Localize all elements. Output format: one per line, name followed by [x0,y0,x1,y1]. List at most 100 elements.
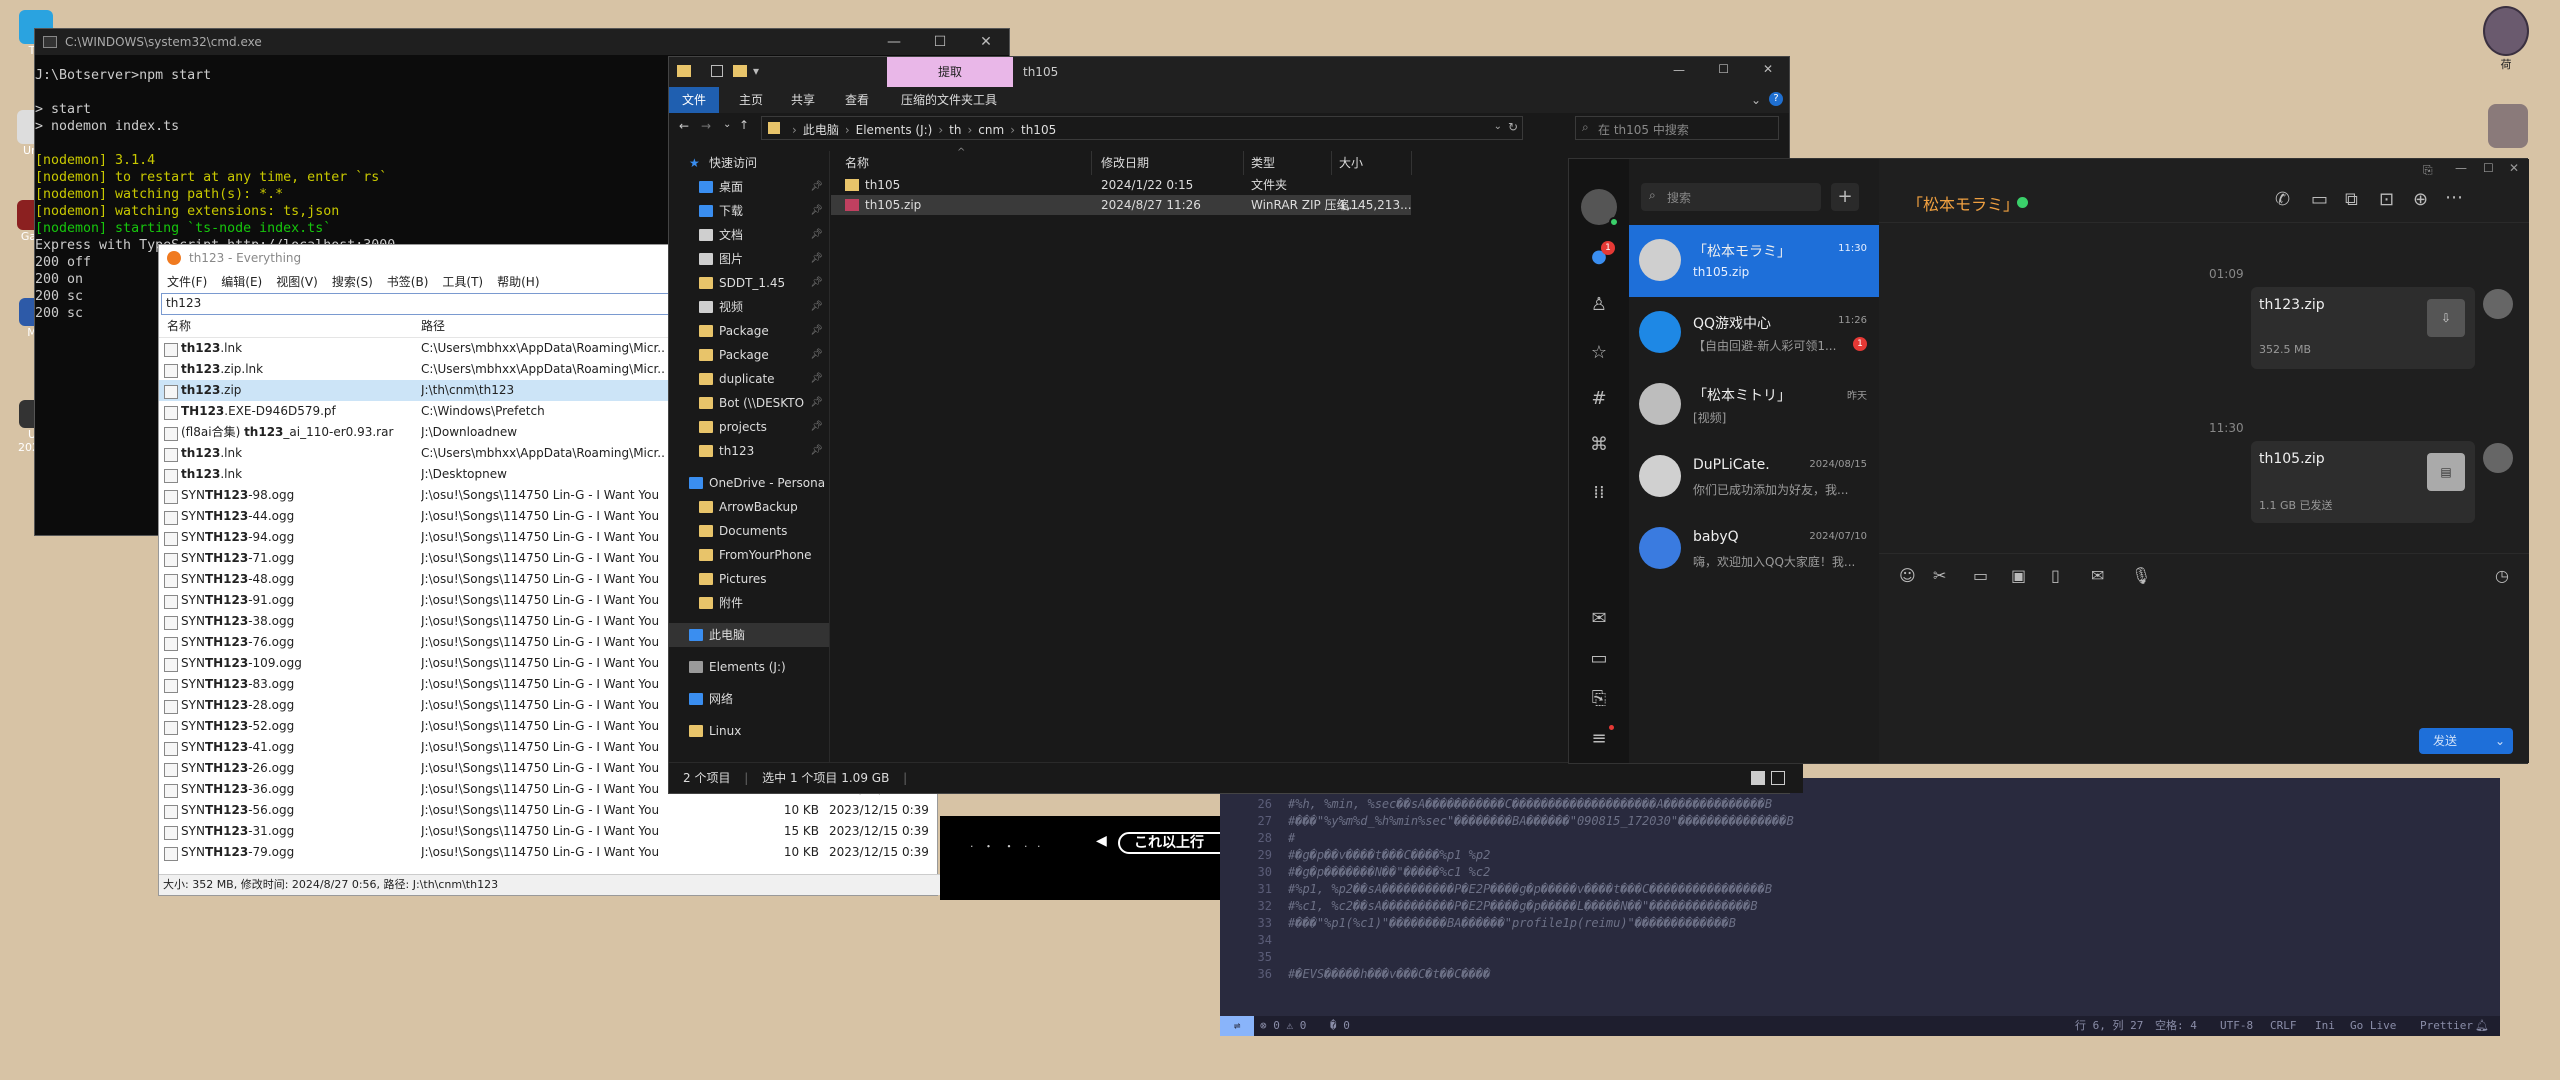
folder-icon[interactable]: ▭ [1973,566,1988,585]
message-area[interactable]: 01:09 th123.zip 352.5 MB ⇩ 11:30 th105.z… [1879,223,2529,553]
video-call-icon[interactable]: ▭ [2311,189,2328,210]
contacts-icon[interactable]: ♙ [1587,293,1611,317]
language-mode[interactable]: Ini [2315,1016,2335,1036]
vibrate-icon[interactable]: ▯ [2051,566,2060,585]
sender-avatar[interactable] [2483,289,2513,319]
chevron-right-icon[interactable]: › [967,123,972,137]
nav-item[interactable]: 视频 📌︎ [669,295,829,319]
conversation-item[interactable]: 「松本ミトリ」 [视频] 昨天 [1629,369,1879,441]
nav-item[interactable]: OneDrive - Persona [669,471,829,495]
menu-item[interactable]: 书签(B) [387,275,429,289]
chevron-right-icon[interactable]: › [938,123,943,137]
column-divider[interactable] [1411,151,1412,175]
send-options-chevron-icon[interactable]: ⌄ [2495,728,2505,754]
minimize-icon[interactable]: — [1673,63,1685,77]
ribbon-view-tab[interactable]: 查看 [845,87,869,113]
breadcrumb-item[interactable]: Elements (J:) [856,123,933,137]
nav-item[interactable]: 桌面 📌︎ [669,175,829,199]
problems-count[interactable]: ⊗ 0 ⚠ 0 [1260,1016,1306,1036]
ports-count[interactable]: � 0 [1330,1016,1350,1036]
file-row[interactable]: th105.zip 2024/8/27 11:26 WinRAR ZIP 压缩...… [831,195,1412,215]
download-icon[interactable]: ⇩ [2427,299,2465,337]
breadcrumb-item[interactable]: th [949,123,961,137]
cursor-position[interactable]: 行 6, 列 27 [2075,1016,2143,1036]
result-row[interactable]: SYNTH123-79.ogg J:\osu!\Songs\114750 Lin-… [159,842,937,863]
minimize-icon[interactable]: — [871,29,917,55]
qq-window[interactable]: ● 1 ♙ ☆ # ⌘ ⁞⁞ ✉ ▭ ⎘ ≡ ⌕ 搜索 + 「松本モラミ」 th1… [1568,158,2529,764]
microphone-icon[interactable]: 🎙︎ [2131,566,2151,585]
column-divider[interactable] [1243,151,1244,175]
nav-item[interactable]: 下载 📌︎ [669,199,829,223]
back-icon[interactable]: ← [679,119,689,133]
close-icon[interactable]: ✕ [1763,62,1773,76]
chevron-right-icon[interactable]: › [792,123,797,137]
nav-item[interactable]: Documents [669,519,829,543]
explorer-titlebar[interactable]: ▾ 提取 th105 — ☐ ✕ [669,57,1789,87]
result-row[interactable]: SYNTH123-56.ogg J:\osu!\Songs\114750 Lin-… [159,800,937,821]
file-message[interactable]: th105.zip 1.1 GB 已发送 ▤ [2251,441,2475,523]
nav-item[interactable]: Elements (J:) [669,655,829,679]
code-editor-window[interactable]: #����������������A�����������������B26#%… [1220,778,2500,1036]
breadcrumb-item[interactable]: th105 [1021,123,1056,137]
menu-icon[interactable]: ≡ [1587,727,1611,751]
ribbon-tools-tab[interactable]: 压缩的文件夹工具 [901,87,997,113]
nav-item[interactable]: duplicate 📌︎ [669,367,829,391]
desktop-icon-avatar-2[interactable] [2484,104,2532,148]
tiles-view-icon[interactable] [1771,771,1785,785]
column-type[interactable]: 类型 [1251,151,1275,175]
breadcrumb-item[interactable]: cnm [978,123,1004,137]
nav-item[interactable]: FromYourPhone [669,543,829,567]
image-icon[interactable]: ▣ [2011,566,2026,585]
nav-item[interactable]: Bot (\\DESKTO 📌︎ [669,391,829,415]
game-window-fragment[interactable]: · ・ ・ · · ◀ これ以上行 [940,816,1258,900]
nav-item[interactable]: 文档 📌︎ [669,223,829,247]
nav-item[interactable]: 网络 [669,687,829,711]
channel-hash-icon[interactable]: # [1587,387,1611,411]
ribbon-file-tab[interactable]: 文件 [669,87,719,113]
ribbon-home-tab[interactable]: 主页 [739,87,763,113]
conversation-item[interactable]: DuPLiCate. 你们已成功添加为好友，我... 2024/08/15 [1629,441,1879,513]
menu-item[interactable]: 工具(T) [442,275,483,289]
prettier-button[interactable]: Prettier [2420,1016,2473,1036]
menu-item[interactable]: 编辑(E) [221,275,262,289]
sender-avatar[interactable] [2483,443,2513,473]
chevron-right-icon[interactable]: › [1010,123,1015,137]
column-divider[interactable] [1331,151,1332,175]
add-member-icon[interactable]: ⊕ [2413,189,2428,210]
chevron-right-icon[interactable]: › [845,123,850,137]
nav-item[interactable]: th123 📌︎ [669,439,829,463]
conversation-item[interactable]: babyQ 嗨，欢迎加入QQ大家庭！我... 2024/07/10 [1629,513,1879,585]
column-path[interactable]: 路径 [421,315,445,337]
nav-item[interactable]: Package 📌︎ [669,343,829,367]
refresh-icon[interactable]: ↻ [1508,120,1518,134]
up-icon[interactable]: ↑ [739,118,749,132]
close-icon[interactable]: ✕ [963,29,1009,55]
nav-item[interactable]: ArrowBackup [669,495,829,519]
explorer-search-box[interactable]: ⌕ 在 th105 中搜索 [1575,116,1779,140]
user-avatar[interactable] [1581,189,1619,227]
menu-item[interactable]: 视图(V) [276,275,318,289]
minimize-icon[interactable]: — [2455,161,2467,175]
column-divider[interactable] [1091,151,1092,175]
cmd-titlebar[interactable]: C:\WINDOWS\system32\cmd.exe — ☐ ✕ [35,29,1009,55]
pin-window-icon[interactable]: ⎘ [2423,163,2433,178]
maximize-icon[interactable]: ☐ [1718,62,1729,76]
extract-tab[interactable]: 提取 [887,57,1013,87]
encoding[interactable]: UTF-8 [2220,1016,2253,1036]
history-clock-icon[interactable]: ◷ [2495,566,2509,585]
result-row[interactable]: SYNTH123-31.ogg J:\osu!\Songs\114750 Lin-… [159,821,937,842]
scissors-icon[interactable]: ✂ [1933,566,1946,585]
nav-item[interactable]: projects 📌︎ [669,415,829,439]
menu-item[interactable]: 搜索(S) [332,275,373,289]
details-view-icon[interactable] [1751,771,1765,785]
menu-item[interactable]: 文件(F) [167,275,207,289]
breadcrumb-item[interactable]: 此电脑 [803,123,839,137]
help-icon[interactable]: ? [1769,92,1783,106]
desktop-icon-avatar-1[interactable]: 荷 [2482,6,2530,72]
nav-item[interactable]: Pictures [669,567,829,591]
file-message[interactable]: th123.zip 352.5 MB ⇩ [2251,287,2475,369]
send-button[interactable]: 发送 ⌄ [2419,728,2513,754]
bookmark-icon[interactable]: ⎘ [1587,687,1611,711]
game-icon[interactable]: ⌘ [1587,433,1611,457]
recent-dropdown-icon[interactable]: ⌄ [723,119,731,130]
